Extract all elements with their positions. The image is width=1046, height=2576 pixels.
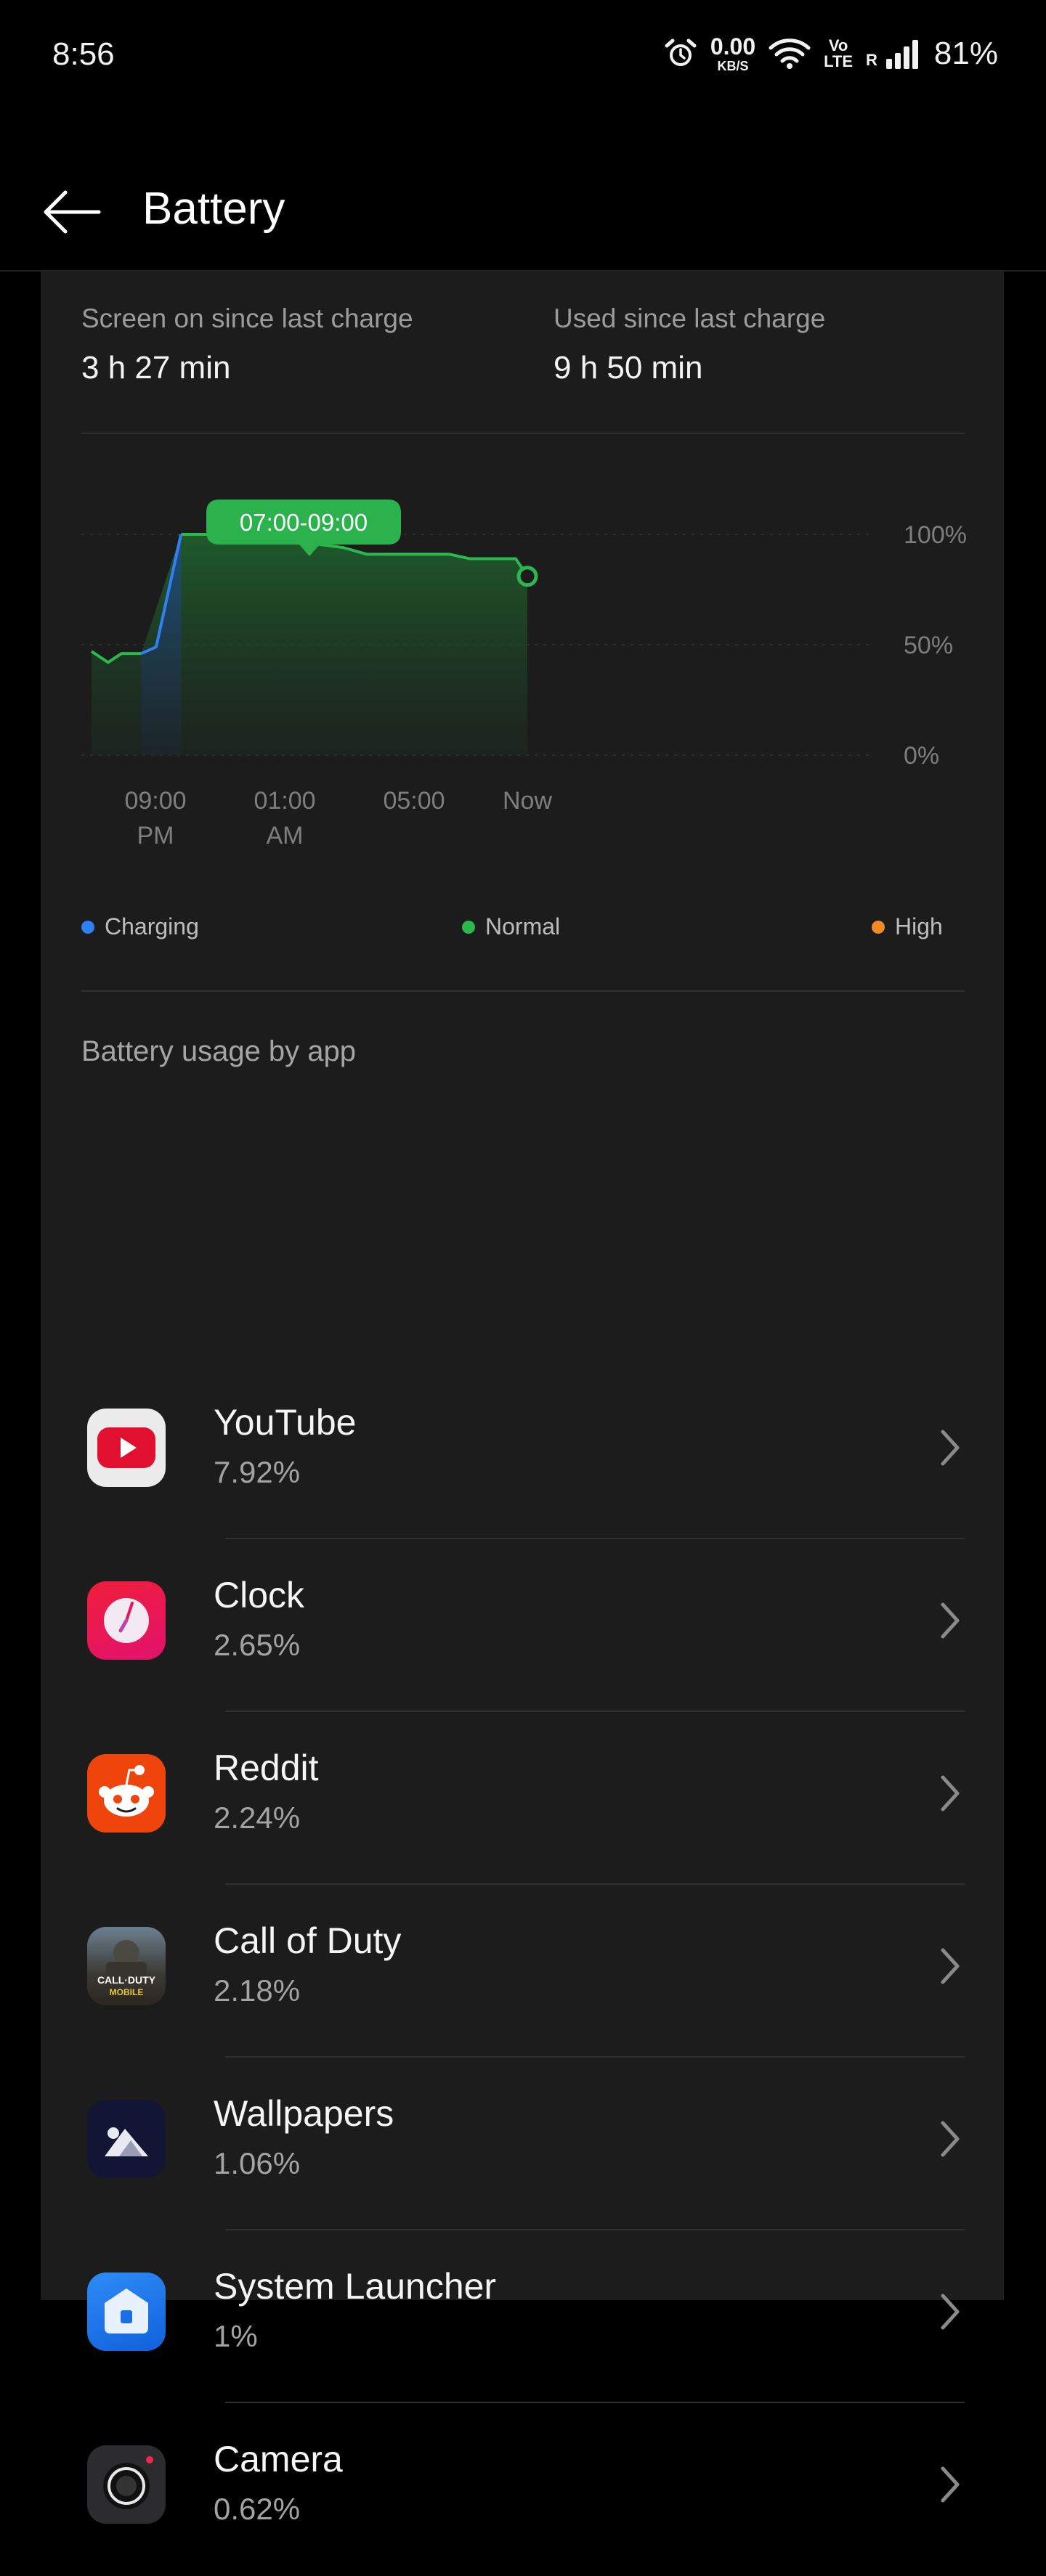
youtube-icon	[87, 1409, 166, 1487]
reddit-icon	[87, 1754, 166, 1833]
status-bar: 8:56 0.00 KB/S Vo LTE R 81%	[0, 0, 1046, 116]
page-title: Battery	[142, 184, 285, 234]
app-percent: 1%	[214, 2319, 258, 2353]
app-header: Battery	[0, 145, 1046, 269]
chevron-right-icon	[941, 1775, 960, 1811]
app-row-camera[interactable]: Camera 0.62%	[41, 2403, 1004, 2576]
app-name: Clock	[214, 1575, 305, 1615]
legend-dot-high	[872, 920, 885, 934]
legend-label-high: High	[895, 913, 943, 939]
cod-logo-text: CALL·DUTY	[97, 1974, 156, 1986]
x-tick-sublabel: PM	[137, 822, 174, 849]
y-tick-label: 100%	[904, 521, 967, 549]
wallpapers-icon	[87, 2100, 166, 2178]
app-percent: 1.06%	[214, 2146, 301, 2180]
wifi-icon	[769, 38, 811, 69]
legend-charging: Charging	[81, 913, 199, 940]
net-speed-value: 0.00	[710, 33, 756, 60]
app-row-clock[interactable]: Clock 2.65%	[41, 1539, 1004, 1712]
chevron-right-icon	[941, 1602, 960, 1639]
x-tick-label: 09:00	[124, 787, 186, 815]
app-percent: 7.92%	[214, 1455, 301, 1489]
y-tick-label: 50%	[904, 632, 953, 659]
chevron-right-icon	[941, 2121, 960, 2157]
net-speed: 0.00 KB/S	[710, 35, 755, 73]
usage-section-title: Battery usage by app	[81, 1035, 357, 1067]
status-icons: 0.00 KB/S Vo LTE R 81%	[664, 35, 998, 73]
system-launcher-icon	[87, 2273, 166, 2351]
x-tick-label: 01:00	[254, 787, 315, 815]
x-tick-label: 05:00	[383, 787, 445, 815]
battery-level-chart[interactable]: 100% 50% 0% 09:00 PM 01:00 AM 05:00 Now 07:00-0…	[41, 272, 1004, 896]
chevron-right-icon	[941, 2294, 960, 2330]
legend-normal: Normal	[462, 913, 560, 940]
alarm-icon	[665, 38, 697, 66]
battery-percent: 81%	[933, 36, 998, 71]
app-percent: 2.18%	[214, 1973, 301, 2008]
chevron-right-icon	[941, 2466, 960, 2503]
battery-card: Screen on since last charge 3 h 27 min U…	[41, 272, 1004, 2526]
app-percent: 2.24%	[214, 1801, 301, 1835]
legend-label-normal: Normal	[485, 913, 561, 939]
cod-logo-subtext: MOBILE	[110, 1987, 144, 1997]
clock-icon	[87, 1581, 166, 1660]
signal-icon	[885, 40, 918, 69]
status-time: 8:56	[52, 36, 115, 72]
volte-indicator: Vo LTE	[824, 38, 853, 70]
back-arrow-icon[interactable]	[36, 183, 109, 241]
app-percent: 2.65%	[214, 1628, 301, 1662]
legend-high: High	[872, 913, 943, 940]
volte-bottom: LTE	[824, 52, 854, 70]
app-name: Camera	[214, 2439, 343, 2479]
tooltip-label: 07:00-09:00	[240, 509, 368, 536]
legend-divider	[81, 990, 965, 992]
app-name: Wallpapers	[214, 2093, 394, 2134]
y-tick-label: 0%	[904, 742, 939, 770]
chevron-right-icon	[941, 1430, 960, 1466]
x-tick-sublabel: AM	[267, 822, 304, 849]
call-of-duty-icon: CALL·DUTY MOBILE	[87, 1927, 166, 2005]
x-tick-label: Now	[503, 787, 552, 815]
app-row-call-of-duty[interactable]: CALL·DUTY MOBILE Call of Duty 2.18%	[41, 1885, 1004, 2058]
app-row-reddit[interactable]: Reddit 2.24%	[41, 1712, 1004, 1885]
app-row-system-launcher[interactable]: System Launcher 1%	[41, 2230, 1004, 2403]
app-percent: 0.62%	[214, 2492, 301, 2526]
camera-icon	[87, 2445, 166, 2524]
app-row-wallpapers[interactable]: Wallpapers 1.06%	[41, 2058, 1004, 2230]
current-level-marker	[516, 566, 538, 587]
legend-dot-normal	[462, 920, 475, 934]
legend-label-charging: Charging	[105, 913, 199, 939]
volte-top: Vo	[828, 36, 848, 54]
app-name: System Launcher	[214, 2266, 497, 2307]
app-name: YouTube	[214, 1402, 357, 1443]
app-name: Call of Duty	[214, 1920, 402, 1961]
app-name: Reddit	[214, 1748, 319, 1788]
legend-dot-charging	[81, 920, 94, 934]
chevron-right-icon	[941, 1948, 960, 1984]
net-speed-unit: KB/S	[717, 59, 749, 73]
roaming-indicator: R	[866, 51, 877, 69]
app-row-youtube[interactable]: YouTube 7.92%	[41, 1366, 1004, 1539]
